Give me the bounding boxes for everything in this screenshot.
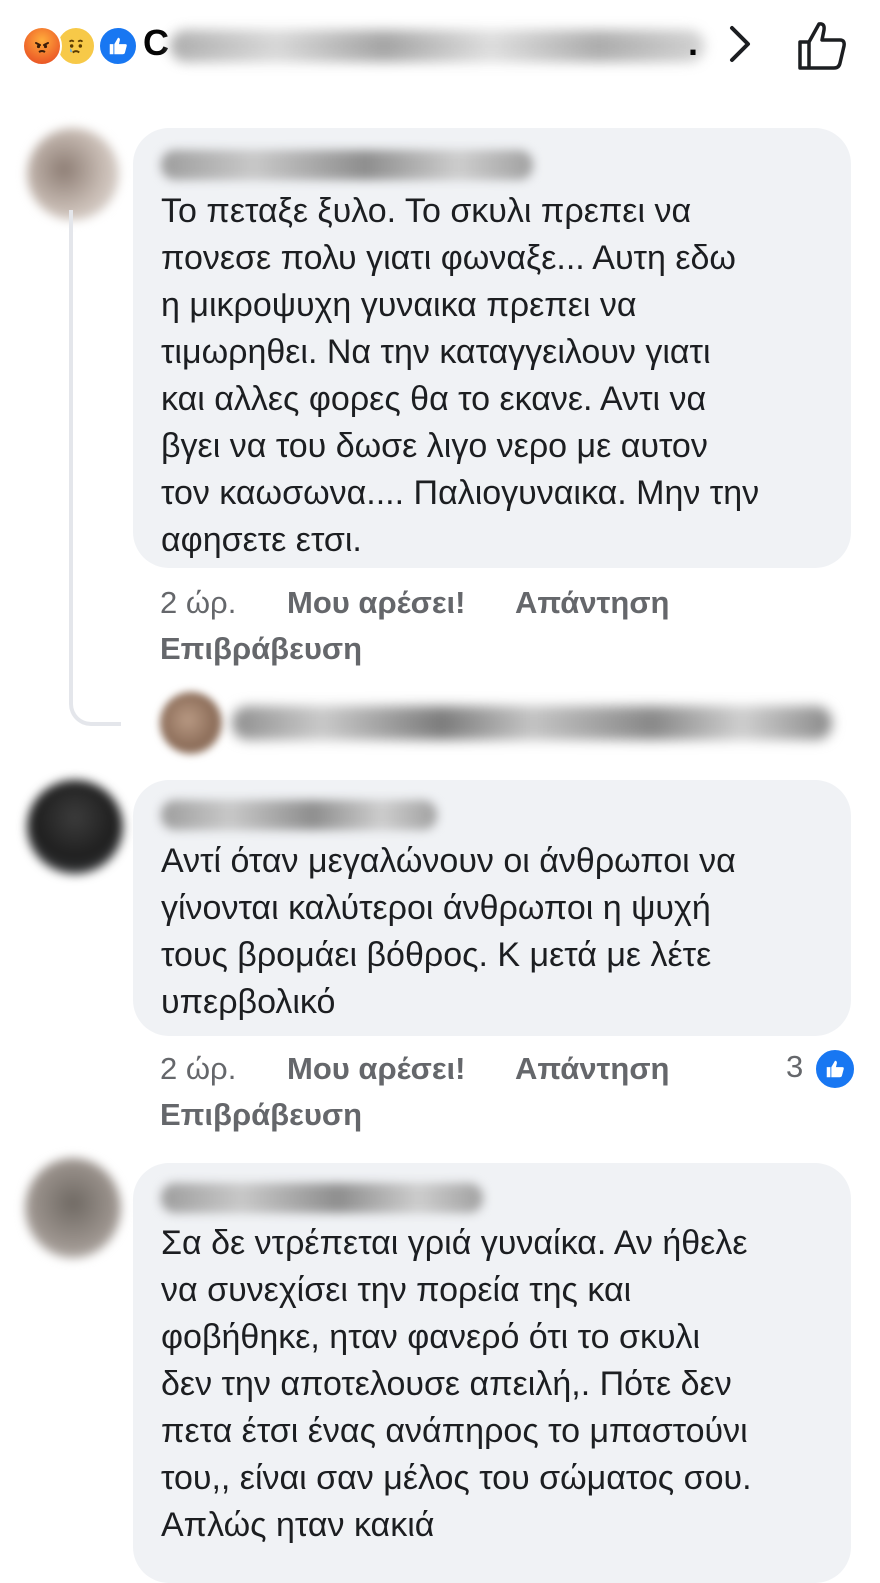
redacted-post-title: [170, 30, 705, 62]
commenter-avatar[interactable]: [25, 1158, 121, 1258]
comment-text: Αντί όταν μεγαλώνουν οι άνθρωποι να γίνο…: [161, 842, 736, 1021]
thumbs-up-icon[interactable]: [794, 18, 850, 74]
redacted-commenter-name[interactable]: [161, 1183, 483, 1213]
post-title-initial: C: [143, 22, 169, 63]
comment-time[interactable]: 2 ώρ.: [160, 1051, 236, 1087]
reply-thread-line: [69, 210, 121, 726]
commenter-avatar[interactable]: [27, 128, 119, 220]
post-header: C .: [0, 0, 880, 95]
reply-avatar[interactable]: [160, 692, 222, 754]
award-button[interactable]: Επιβράβευση: [160, 1097, 362, 1133]
comment-bubble: Αντί όταν μεγαλώνουν οι άνθρωποι να γίνο…: [133, 780, 851, 1036]
collapsed-reply[interactable]: [160, 690, 840, 760]
redacted-reply-preview[interactable]: [232, 706, 832, 740]
award-button[interactable]: Επιβράβευση: [160, 631, 362, 667]
commenter-avatar[interactable]: [27, 780, 123, 874]
like-reaction-icon: [98, 26, 138, 66]
comment-text: Σα δε ντρέπεται γριά γυναίκα. Αν ήθελε ν…: [161, 1224, 752, 1544]
angry-reaction-icon: [22, 26, 62, 66]
comment-bubble: Σα δε ντρέπεται γριά γυναίκα. Αν ήθελε ν…: [133, 1163, 851, 1583]
like-badge-icon[interactable]: [814, 1048, 856, 1090]
chevron-right-icon[interactable]: [722, 22, 758, 66]
like-button[interactable]: Μου αρέσει!: [287, 585, 466, 621]
reply-button[interactable]: Απάντηση: [515, 1051, 669, 1087]
reaction-count[interactable]: 3: [786, 1049, 803, 1085]
like-button[interactable]: Μου αρέσει!: [287, 1051, 466, 1087]
post-title-ellipsis: .: [688, 22, 699, 63]
redacted-commenter-name[interactable]: [161, 150, 533, 180]
reply-button[interactable]: Απάντηση: [515, 585, 669, 621]
sad-reaction-icon: [56, 26, 96, 66]
redacted-commenter-name[interactable]: [161, 800, 437, 830]
comment-time[interactable]: 2 ώρ.: [160, 585, 236, 621]
comment-bubble: Το πεταξε ξυλο. Το σκυλι πρεπει να πονεσ…: [133, 128, 851, 568]
comment-text: Το πεταξε ξυλο. Το σκυλι πρεπει να πονεσ…: [161, 192, 760, 559]
